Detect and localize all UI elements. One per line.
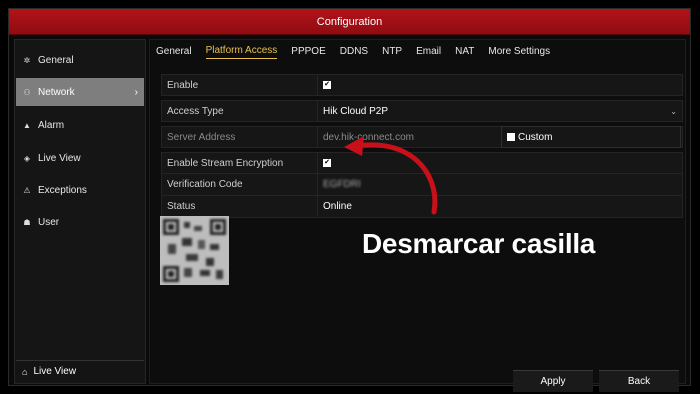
server-address-label: Server Address (162, 127, 318, 147)
annotation-arrow (344, 136, 438, 215)
sidebar-item-network[interactable]: ⚇ Network › (16, 78, 144, 106)
sidebar-item-live-view[interactable]: ◈ Live View (16, 144, 144, 172)
qr-code (160, 216, 229, 285)
bell-icon: ▲ (23, 120, 31, 130)
enable-label: Enable (162, 75, 318, 95)
sidebar-item-label: User (38, 216, 60, 228)
network-icon: ⚇ (23, 87, 31, 97)
status-label: Status (162, 196, 318, 217)
tab-pppoe[interactable]: PPPOE (291, 46, 325, 59)
chevron-down-icon: ⌄ (670, 106, 677, 116)
custom-toggle[interactable]: Custom (501, 126, 681, 148)
warning-icon: ⚠ (23, 185, 31, 195)
sidebar-item-label: Network (38, 86, 75, 98)
tab-ddns[interactable]: DDNS (340, 46, 368, 59)
sidebar-item-label: Exceptions (38, 184, 87, 196)
window-title: Configuration (9, 9, 690, 35)
sidebar-item-user[interactable]: ☗ User (16, 208, 144, 236)
sidebar-item-label: Alarm (38, 119, 65, 131)
verification-code-label: Verification Code (162, 174, 318, 195)
custom-label: Custom (518, 131, 553, 143)
access-type-value: Hik Cloud P2P (323, 105, 389, 117)
tab-bar: General Platform Access PPPOE DDNS NTP E… (150, 40, 564, 64)
enable-row: Enable ✔ (161, 74, 683, 96)
tab-nat[interactable]: NAT (455, 46, 474, 59)
back-button[interactable]: Back (599, 370, 679, 392)
sidebar-item-general[interactable]: ✲ General (16, 46, 144, 74)
sidebar: ✲ General ⚇ Network › ▲ Alarm ◈ Live Vie… (14, 39, 146, 384)
access-type-label: Access Type (162, 101, 318, 121)
enable-checkbox[interactable]: ✔ (323, 81, 331, 89)
gear-icon: ✲ (23, 55, 31, 65)
custom-checkbox[interactable] (507, 133, 515, 141)
chevron-right-icon: › (134, 86, 138, 98)
sidebar-item-label: Live View (38, 152, 81, 164)
eye-icon: ◈ (23, 153, 31, 163)
access-type-select[interactable]: Hik Cloud P2P ⌄ (318, 101, 682, 121)
tab-platform-access[interactable]: Platform Access (205, 45, 278, 59)
tab-ntp[interactable]: NTP (382, 46, 402, 59)
users-icon: ☗ (23, 217, 31, 227)
home-icon: ⌂ (22, 366, 28, 377)
annotation-text: Desmarcar casilla (362, 228, 596, 259)
apply-button[interactable]: Apply (513, 370, 593, 392)
tab-general[interactable]: General (156, 46, 192, 59)
sidebar-item-label: General (38, 54, 74, 66)
stream-encryption-label: Enable Stream Encryption (162, 153, 318, 173)
access-type-row: Access Type Hik Cloud P2P ⌄ (161, 100, 683, 122)
tab-email[interactable]: Email (416, 46, 441, 59)
sidebar-live-view-button[interactable]: ⌂ Live View (16, 360, 144, 382)
sidebar-item-alarm[interactable]: ▲ Alarm (16, 111, 144, 139)
sidebar-item-exceptions[interactable]: ⚠ Exceptions (16, 176, 144, 204)
sidebar-bottom-label: Live View (33, 366, 77, 377)
tab-more-settings[interactable]: More Settings (488, 46, 550, 59)
